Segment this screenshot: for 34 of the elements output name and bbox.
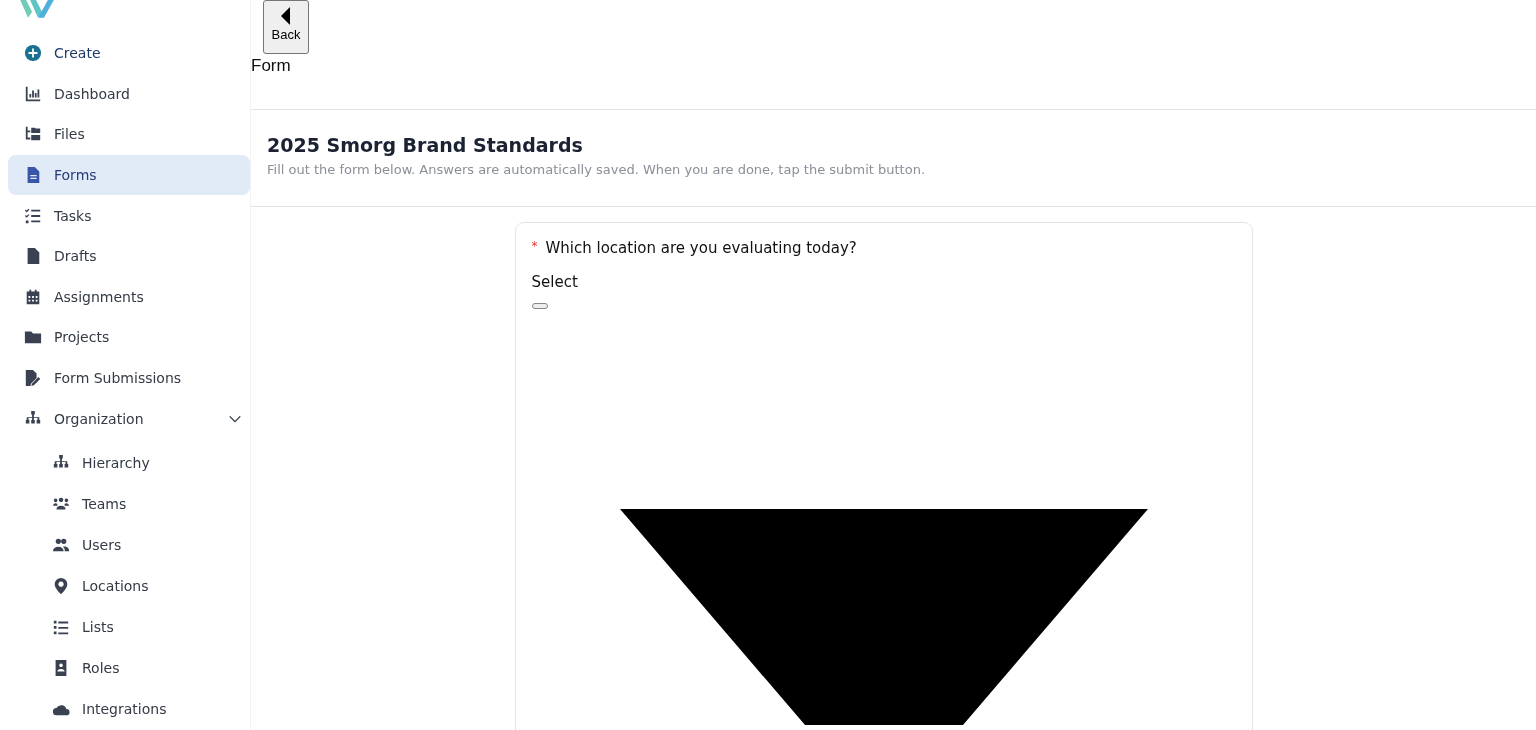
sidebar-item[interactable]: Users [8,525,250,566]
sidebar-item[interactable]: Projects [8,317,250,358]
sidebar-item[interactable]: Hierarchy [8,443,250,484]
sidebar-item[interactable]: Drafts [8,235,250,277]
sidebar-item[interactable]: Roles [8,648,250,689]
calendar-icon [24,287,42,306]
back-button[interactable]: Back [263,0,309,54]
sidebar-item[interactable]: Form Submissions [8,357,250,399]
sidebar-item[interactable]: Locations [8,566,250,607]
sidebar-item[interactable]: Assignments [8,276,250,318]
checklist-icon [24,206,42,225]
map-pin-icon [52,577,70,596]
select-label: Select [531,273,578,291]
sidebar-item[interactable]: Files [8,114,250,155]
list-icon [52,618,70,637]
plus-circle-icon [24,44,42,63]
sidebar-item[interactable]: Create [8,32,250,74]
chart-icon [24,84,42,103]
back-icon [281,7,291,25]
form-description: Fill out the form below. Answers are automatically saved. When you are done, tap the submit button. [267,162,927,177]
sidebar-item[interactable]: Tasks [8,195,250,236]
sidebar-item[interactable]: Integrations [8,689,250,730]
required-mark: * [531,239,538,253]
sidebar-item[interactable]: Forms [8,154,250,196]
sidebar-item[interactable]: Lists [8,607,250,648]
sidebar-item[interactable]: Teams [8,484,250,525]
caret-icon [619,509,1148,725]
question-label: Which location are you evaluating today? [545,239,857,257]
page-label: Form [251,56,291,76]
document-pencil-icon [24,369,42,388]
sidebar-item[interactable]: Organization [8,398,250,439]
form-title: 2025 Smorg Brand Standards [267,134,584,156]
sidebar-item[interactable]: Dashboard [8,73,250,114]
dropdown-button[interactable] [531,303,548,309]
